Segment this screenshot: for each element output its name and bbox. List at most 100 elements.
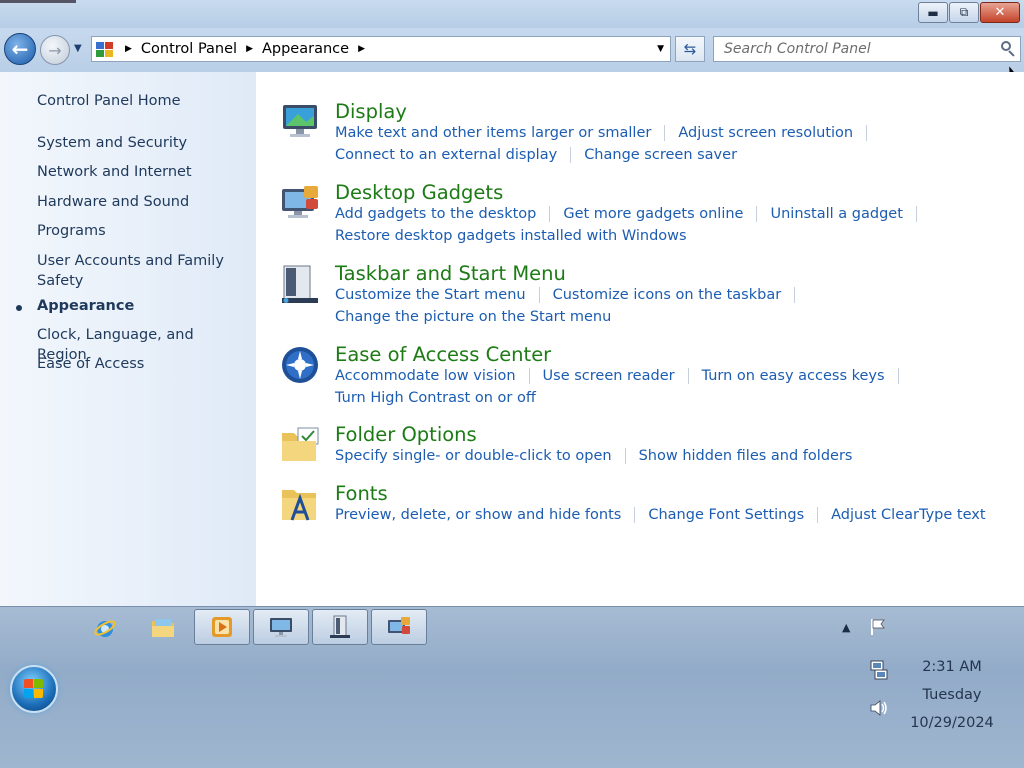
link-separator: [549, 206, 551, 222]
recent-pages-dropdown[interactable]: ▼: [74, 43, 82, 54]
network-button[interactable]: [868, 659, 890, 685]
search-icon[interactable]: [1000, 41, 1016, 57]
taskbar-properties-icon: [330, 615, 350, 638]
breadcrumb-separator-icon[interactable]: ▶: [358, 44, 365, 54]
show-hidden-icons-button[interactable]: ▲: [842, 621, 850, 634]
link-separator: [528, 368, 530, 384]
link-separator: [687, 368, 689, 384]
taskbar-links-row-1: Customize the Start menu Customize icons…: [335, 287, 808, 303]
breadcrumb-separator-icon[interactable]: ▶: [246, 44, 253, 54]
link-single-double-click[interactable]: Specify single- or double-click to open: [335, 448, 612, 464]
fonts-title[interactable]: Fonts: [335, 482, 388, 505]
internet-explorer-icon: [94, 620, 116, 637]
refresh-button[interactable]: ⇆: [675, 36, 705, 62]
windows-explorer-button[interactable]: [148, 613, 178, 643]
display-icon: [283, 105, 317, 137]
breadcrumb-separator-icon[interactable]: ▶: [125, 44, 132, 54]
link-separator: [794, 287, 796, 303]
action-center-flag-icon: [871, 619, 885, 635]
taskbar-media-player-button[interactable]: [194, 609, 250, 645]
close-icon: ✕: [994, 5, 1006, 20]
nav-network-and-internet[interactable]: Network and Internet: [37, 162, 237, 182]
nav-system-and-security[interactable]: System and Security: [37, 133, 237, 153]
link-adjust-screen-resolution[interactable]: Adjust screen resolution: [678, 125, 853, 141]
link-add-gadgets[interactable]: Add gadgets to the desktop: [335, 206, 536, 222]
windows-logo-icon: [24, 679, 44, 699]
link-change-screen-saver[interactable]: Change screen saver: [584, 147, 737, 163]
link-change-font-settings[interactable]: Change Font Settings: [648, 507, 804, 523]
taskbar-gadgets-button[interactable]: [371, 609, 427, 645]
chevron-down-icon: ▼: [74, 43, 82, 54]
link-accommodate-low-vision[interactable]: Accommodate low vision: [335, 368, 516, 384]
gadgets-links-row-1: Add gadgets to the desktop Get more gadg…: [335, 206, 930, 222]
action-center-button[interactable]: [868, 617, 888, 641]
title-strip: [0, 0, 76, 3]
address-history-dropdown-icon[interactable]: ▼: [657, 44, 664, 54]
link-show-hidden-files[interactable]: Show hidden files and folders: [639, 448, 853, 464]
taskbar-start-menu-icon: [282, 265, 318, 303]
network-icon: [870, 660, 888, 680]
title-bar: ▬ ⧉ ✕: [0, 0, 1024, 28]
fonts-links-row-1: Preview, delete, or show and hide fonts …: [335, 507, 986, 523]
file-explorer-icon: [152, 619, 174, 637]
navigation-bar: ← → ▼ ▶ Control Panel ▶ Appearance ▶ ▼ ⇆…: [0, 28, 1024, 91]
search-input[interactable]: Search Control Panel: [713, 36, 1021, 62]
taskbar-display-button[interactable]: [253, 609, 309, 645]
address-bar[interactable]: ▶ Control Panel ▶ Appearance ▶ ▼: [91, 36, 671, 62]
ease-of-access-center-title[interactable]: Ease of Access Center: [335, 343, 551, 366]
link-separator: [664, 125, 666, 141]
taskbar-links-row-2: Change the picture on the Start menu: [335, 309, 611, 325]
folder-options-title[interactable]: Folder Options: [335, 423, 477, 446]
close-button[interactable]: ✕: [980, 2, 1020, 23]
taskbar-properties-button[interactable]: [312, 609, 368, 645]
nav-user-accounts-and-family-safety[interactable]: User Accounts and Family Safety: [37, 251, 227, 291]
link-preview-fonts[interactable]: Preview, delete, or show and hide fonts: [335, 507, 621, 523]
chevron-up-icon: ▲: [842, 621, 851, 634]
link-make-text-larger[interactable]: Make text and other items larger or smal…: [335, 125, 651, 141]
desktop-gadgets-icon: [282, 186, 318, 218]
breadcrumb-control-panel[interactable]: Control Panel: [141, 41, 237, 57]
minimize-button[interactable]: ▬: [918, 2, 948, 23]
folder-links-row-1: Specify single- or double-click to open …: [335, 448, 852, 464]
control-panel-icon: [96, 41, 116, 57]
nav-ease-of-access[interactable]: Ease of Access: [37, 354, 237, 374]
taskbar: ▲ 2:31 AM Tuesday 10/29/2024: [0, 606, 1024, 768]
nav-appearance[interactable]: Appearance: [37, 296, 237, 316]
link-separator: [897, 368, 899, 384]
breadcrumb-appearance[interactable]: Appearance: [262, 41, 349, 57]
link-high-contrast[interactable]: Turn High Contrast on or off: [335, 390, 536, 406]
display-links-row-2: Connect to an external display Change sc…: [335, 147, 737, 163]
link-separator: [624, 448, 626, 464]
start-button[interactable]: [10, 665, 58, 713]
control-panel-home-link[interactable]: Control Panel Home: [37, 91, 237, 111]
nav-programs[interactable]: Programs: [37, 221, 237, 241]
restore-button[interactable]: ⧉: [949, 2, 979, 23]
nav-hardware-and-sound[interactable]: Hardware and Sound: [37, 192, 237, 212]
link-customize-start-menu[interactable]: Customize the Start menu: [335, 287, 526, 303]
link-separator: [538, 287, 540, 303]
desktop-gadgets-title[interactable]: Desktop Gadgets: [335, 181, 503, 204]
clock-date: 10/29/2024: [910, 715, 994, 731]
link-uninstall-gadget[interactable]: Uninstall a gadget: [770, 206, 902, 222]
window-controls: ▬ ⧉ ✕: [917, 2, 1020, 23]
display-title[interactable]: Display: [335, 100, 407, 123]
link-get-more-gadgets[interactable]: Get more gadgets online: [563, 206, 743, 222]
taskbar-start-menu-title[interactable]: Taskbar and Start Menu: [335, 262, 566, 285]
link-restore-gadgets[interactable]: Restore desktop gadgets installed with W…: [335, 228, 687, 244]
link-easy-access-keys[interactable]: Turn on easy access keys: [702, 368, 885, 384]
back-button[interactable]: ←: [4, 33, 36, 65]
system-clock[interactable]: 2:31 AM Tuesday 10/29/2024: [900, 653, 1004, 737]
internet-explorer-button[interactable]: [90, 613, 120, 643]
gadgets-links-row-2: Restore desktop gadgets installed with W…: [335, 228, 687, 244]
link-use-screen-reader[interactable]: Use screen reader: [543, 368, 675, 384]
forward-button[interactable]: →: [40, 35, 70, 65]
link-customize-taskbar-icons[interactable]: Customize icons on the taskbar: [553, 287, 782, 303]
link-separator: [915, 206, 917, 222]
volume-button[interactable]: [868, 697, 890, 723]
minimize-icon: ▬: [927, 5, 939, 20]
link-adjust-cleartype[interactable]: Adjust ClearType text: [831, 507, 985, 523]
link-change-start-picture[interactable]: Change the picture on the Start menu: [335, 309, 611, 325]
restore-icon: ⧉: [959, 5, 969, 19]
clock-time: 2:31 AM: [922, 659, 982, 675]
link-connect-external-display[interactable]: Connect to an external display: [335, 147, 557, 163]
